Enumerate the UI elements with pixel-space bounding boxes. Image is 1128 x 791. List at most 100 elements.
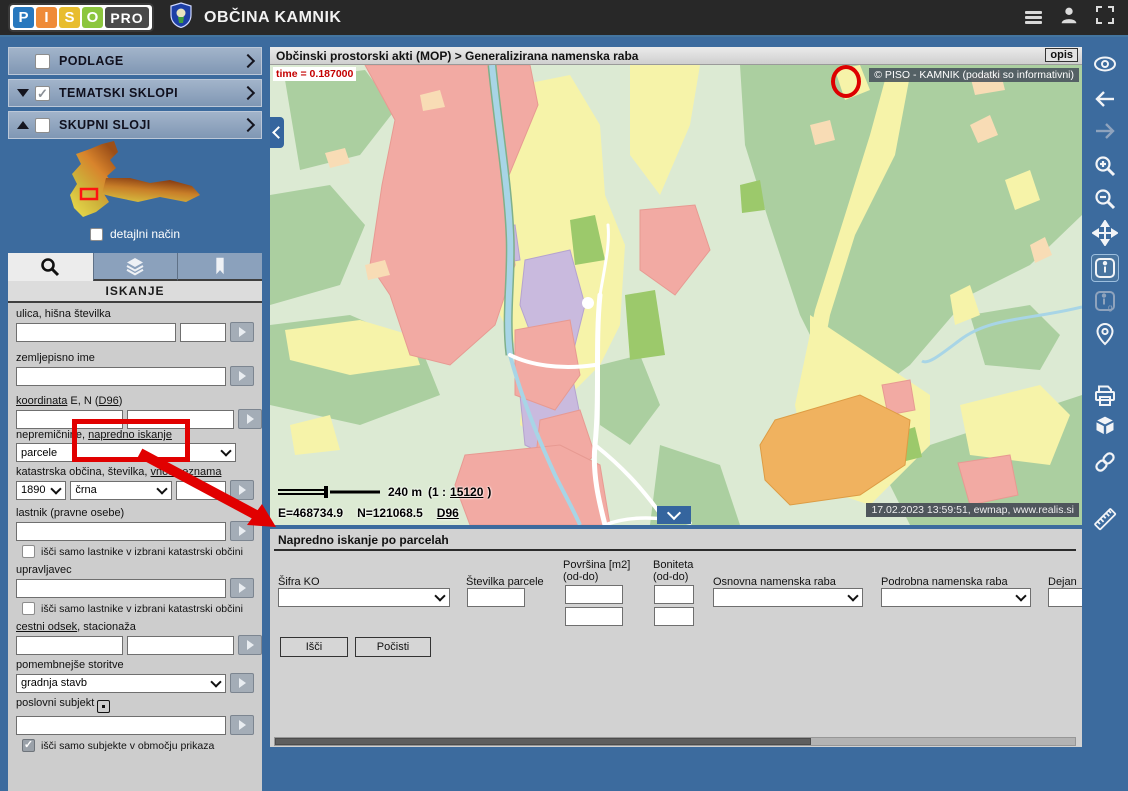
chevron-down-icon — [847, 590, 858, 601]
poslovni-go-button[interactable] — [230, 715, 254, 735]
horizontal-scrollbar[interactable] — [274, 737, 1076, 746]
sidebar-item-tematski-sklopi[interactable]: TEMATSKI SKLOPI — [8, 79, 262, 107]
stacionaza-input[interactable] — [127, 636, 234, 655]
play-icon — [247, 640, 254, 650]
tab-layers[interactable] — [93, 253, 178, 281]
zoom-in-button[interactable] — [1092, 153, 1118, 179]
ko-ime-select[interactable]: črna — [70, 481, 172, 500]
parcela-stevilka-input[interactable] — [176, 481, 226, 500]
piso-logo[interactable]: P I S O PRO — [8, 3, 154, 32]
coord-datum-link[interactable]: D96 — [437, 506, 459, 520]
overview-map[interactable] — [0, 138, 270, 231]
katastrska-go-button[interactable] — [230, 480, 254, 500]
bottom-panel-collapse-button[interactable] — [657, 506, 691, 524]
koordinata-go-button[interactable] — [238, 409, 262, 429]
storitve-select[interactable]: gradnja stavb — [16, 674, 226, 693]
podlage-checkbox[interactable] — [35, 54, 50, 69]
poslovni-input[interactable] — [16, 716, 226, 735]
d96-link[interactable]: D96 — [99, 395, 119, 407]
cestni-odsek-link[interactable]: cestni odsek — [16, 621, 77, 633]
printer-icon — [1092, 383, 1118, 409]
upravljavec-go-button[interactable] — [230, 578, 254, 598]
sidebar-item-skupni-sloji[interactable]: SKUPNI SLOJI — [8, 111, 262, 139]
next-view-button[interactable] — [1092, 118, 1118, 144]
zemljepisno-input[interactable] — [16, 367, 226, 386]
chevron-right-icon — [241, 54, 255, 68]
zemljepisno-label: zemljepisno ime — [16, 352, 254, 364]
ko-sifra-select[interactable]: 1890 — [16, 481, 66, 500]
storitve-label: pomembnejše storitve — [16, 659, 254, 671]
stevilka-parcele-label: Številka parcele — [466, 576, 544, 588]
previous-view-button[interactable] — [1092, 86, 1118, 112]
poslovni-filter-checkbox[interactable] — [22, 739, 35, 752]
scale-distance: 240 m — [388, 485, 422, 499]
zoom-out-button[interactable] — [1092, 186, 1118, 212]
collapse-down-icon[interactable] — [17, 89, 29, 97]
lastnik-filter-checkbox[interactable] — [22, 545, 35, 558]
detajlni-nacin-checkbox[interactable] — [90, 228, 103, 241]
vnos-seznama-link[interactable]: vnos/seznama — [151, 466, 222, 478]
tematski-checkbox[interactable] — [35, 86, 50, 101]
podrobna-raba-select[interactable] — [881, 588, 1031, 607]
logo-letter-p: P — [13, 7, 34, 28]
storitve-go-button[interactable] — [230, 673, 254, 693]
pan-button[interactable] — [1092, 220, 1118, 246]
sidebar-item-podlage[interactable]: PODLAGE — [8, 47, 262, 75]
fullscreen-icon[interactable] — [1096, 6, 1114, 29]
tab-search[interactable] — [8, 253, 93, 281]
identify-eye-button[interactable] — [1092, 51, 1118, 77]
scrollbar-thumb[interactable] — [275, 738, 811, 745]
measure-button[interactable] — [1092, 506, 1118, 532]
info-button[interactable] — [1092, 255, 1118, 281]
chevron-down-icon — [51, 483, 62, 494]
cube-3d-icon — [1092, 413, 1118, 439]
boniteta-do-input[interactable] — [654, 607, 694, 626]
napredno-iskanje-link[interactable]: napredno iskanje — [88, 429, 172, 441]
info-group-button[interactable]: g — [1092, 288, 1118, 314]
locate-pin-button[interactable] — [1092, 321, 1118, 347]
hisna-stevilka-input[interactable] — [180, 323, 226, 342]
podrobna-raba-label: Podrobna namenska raba — [881, 576, 1008, 588]
ulica-go-button[interactable] — [230, 322, 254, 342]
collapse-up-icon[interactable] — [17, 121, 29, 129]
opis-button[interactable]: opis — [1045, 48, 1078, 62]
zemljepisno-go-button[interactable] — [230, 366, 254, 386]
skupni-checkbox[interactable] — [35, 118, 50, 133]
pocisti-button[interactable]: Počisti — [355, 637, 431, 657]
boniteta-od-input[interactable] — [654, 585, 694, 604]
cestni-odsek-input[interactable] — [16, 636, 123, 655]
osnovna-raba-select[interactable] — [713, 588, 863, 607]
play-icon — [239, 678, 246, 688]
info-box-icon[interactable] — [97, 700, 110, 713]
print-button[interactable] — [1092, 383, 1118, 409]
dejanska-raba-select[interactable] — [1048, 588, 1082, 607]
scale-ratio-link[interactable]: 15120 — [450, 485, 483, 499]
play-icon — [239, 583, 246, 593]
cestni-go-button[interactable] — [238, 635, 262, 655]
menu-icon[interactable] — [1025, 9, 1042, 27]
ulica-input[interactable] — [16, 323, 176, 342]
lastnik-go-button[interactable] — [230, 521, 254, 541]
povrsina-do-input[interactable] — [565, 607, 623, 626]
isci-button[interactable]: Išči — [280, 637, 348, 657]
user-icon[interactable] — [1058, 4, 1080, 31]
map-canvas[interactable]: time = 0.187000 © PISO - KAMNIK (podatki… — [270, 65, 1082, 525]
vrsta-nepremicnine-select[interactable]: parcele — [16, 443, 236, 462]
lastnik-input[interactable] — [16, 522, 226, 541]
upravljavec-filter-checkbox[interactable] — [22, 602, 35, 615]
tab-bookmarks[interactable] — [177, 253, 262, 281]
koordinata-n-input[interactable] — [127, 410, 234, 429]
chevron-down-icon — [434, 590, 445, 601]
povrsina-od-input[interactable] — [565, 585, 623, 604]
koordinata-link[interactable]: koordinata — [16, 395, 67, 407]
koordinata-e-input[interactable] — [16, 410, 123, 429]
chevron-down-icon — [667, 506, 681, 520]
sidebar-collapse-button[interactable] — [270, 117, 284, 148]
sifra-ko-select[interactable] — [278, 588, 450, 607]
zoom-out-icon — [1092, 186, 1118, 212]
upravljavec-input[interactable] — [16, 579, 226, 598]
3d-view-button[interactable] — [1092, 413, 1118, 439]
stevilka-parcele-input[interactable] — [467, 588, 525, 607]
scale-bar-icon — [278, 486, 382, 498]
share-link-button[interactable] — [1092, 449, 1118, 475]
